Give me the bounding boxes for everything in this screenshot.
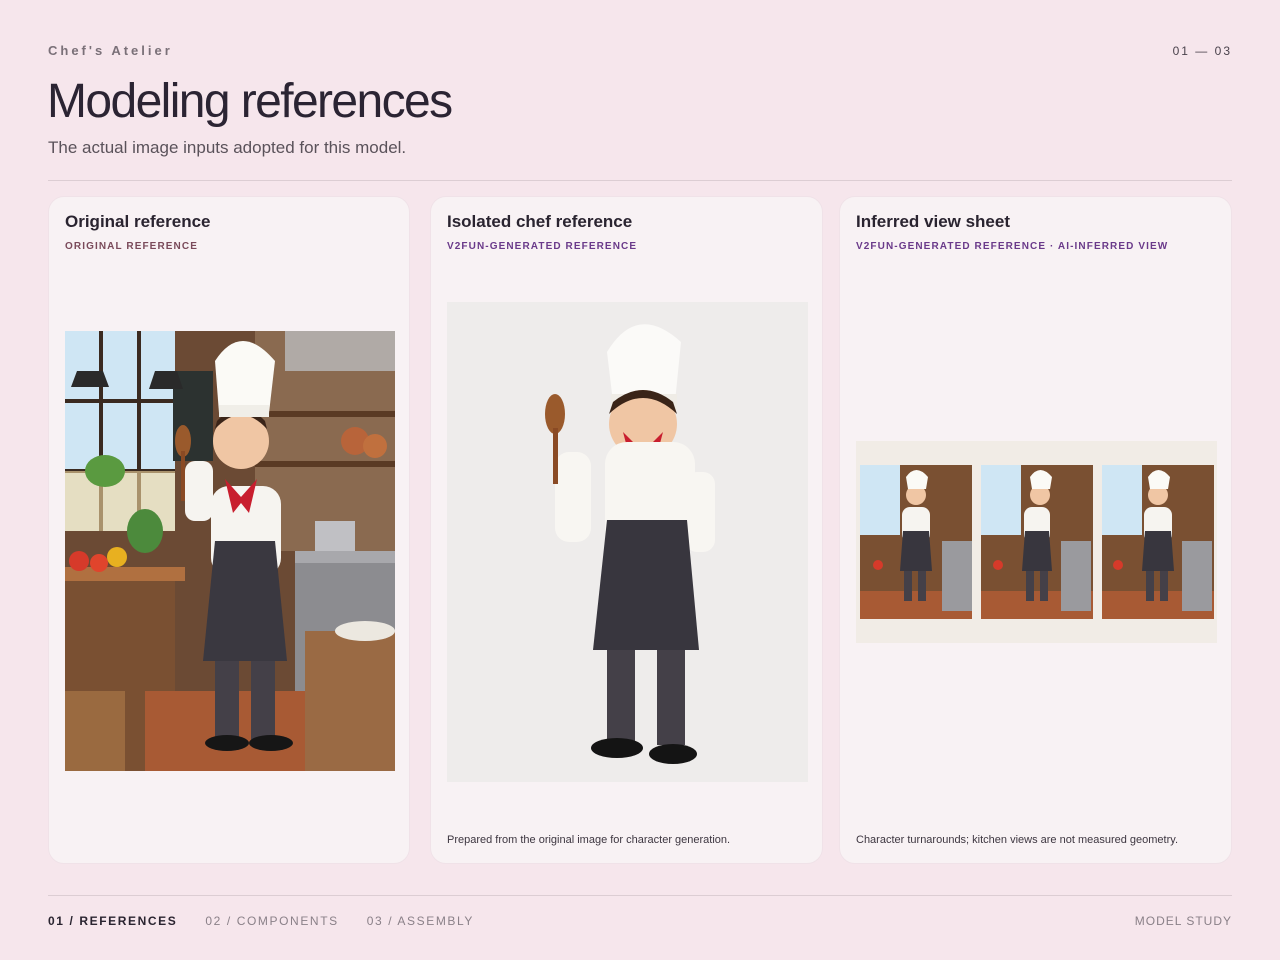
brand-label: Chef's Atelier [48,43,173,58]
card-title: Original reference [65,212,211,231]
nav-item-references[interactable]: 01 / REFERENCES [48,914,177,928]
page-indicator: 01 — 03 [1172,44,1232,58]
card-inferred-view-sheet: Inferred view sheet V2FUN-GENERATED REFE… [839,196,1232,864]
footer-model-study: MODEL STUDY [1134,914,1232,928]
view-sheet-image[interactable] [856,441,1217,643]
page-title: Modeling references [47,75,453,128]
nav-item-assembly[interactable]: 03 / ASSEMBLY [367,914,474,928]
card-note: Prepared from the original image for cha… [447,834,731,846]
card-tag: V2FUN-GENERATED REFERENCE · AI-INFERRED … [856,241,1169,252]
card-original-reference: Original reference ORIGINAL REFERENCE [48,196,410,864]
card-isolated-chef-reference: Isolated chef reference V2FUN-GENERATED … [430,196,823,864]
footer-divider [48,895,1232,896]
card-tag: ORIGINAL REFERENCE [65,241,198,252]
original-kitchen-image[interactable] [65,331,395,771]
section-nav: 01 / REFERENCES 02 / COMPONENTS 03 / ASS… [48,914,474,928]
card-title: Inferred view sheet [856,212,1011,231]
nav-item-components[interactable]: 02 / COMPONENTS [205,914,338,928]
header-divider [48,180,1232,181]
isolated-chef-image[interactable] [447,302,808,782]
page-subtitle: The actual image inputs adopted for this… [48,138,407,157]
card-title: Isolated chef reference [447,212,633,231]
card-tag: V2FUN-GENERATED REFERENCE [447,241,638,252]
card-note: Character turnarounds; kitchen views are… [856,834,1179,846]
